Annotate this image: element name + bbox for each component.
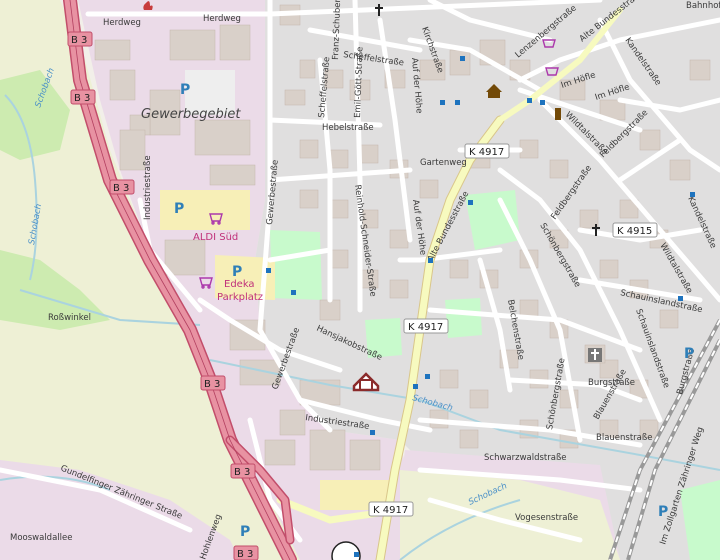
bus-stop-icon (266, 268, 271, 273)
street-label: Gartenweg (420, 158, 467, 168)
park-area (270, 230, 322, 300)
bus-stop-icon (413, 384, 418, 389)
bus-stop-icon (460, 56, 465, 61)
road-shield-b3: B 3 (233, 545, 259, 560)
bus-stop-icon (425, 374, 430, 379)
parking-icon: P (174, 201, 184, 217)
road-shield-b3: B 3 (230, 463, 256, 479)
street-label: Herdweg (203, 14, 241, 24)
monument-icon (555, 108, 561, 120)
street-label: Vogesenstraße (515, 513, 578, 523)
street-label: Roßwinkel (48, 313, 91, 323)
street-label: Mooswaldallee (10, 533, 72, 543)
road-shield-b3: B 3 (109, 179, 135, 195)
bus-stop-icon (370, 430, 375, 435)
svg-text:B 3: B 3 (204, 379, 220, 390)
parking-icon: P (658, 504, 668, 520)
svg-text:K 4917: K 4917 (408, 322, 443, 333)
bus-stop-icon (468, 200, 473, 205)
parking-icon: P (180, 82, 190, 98)
road-shield-k4917: K 4917 (368, 501, 414, 517)
svg-text:B 3: B 3 (237, 549, 253, 560)
street-label: Industriestraße (143, 155, 153, 220)
street-label: Blauenstraße (596, 433, 652, 443)
svg-text:B 3: B 3 (234, 467, 250, 478)
svg-text:K 4917: K 4917 (373, 505, 408, 516)
street-label: Herdweg (103, 18, 141, 28)
svg-text:K 4917: K 4917 (469, 147, 504, 158)
road-shield-k4917: K 4917 (403, 318, 449, 334)
street-label: Hebelstraße (322, 123, 374, 133)
road-shield-b3: B 3 (67, 31, 93, 47)
map-canvas[interactable]: Herdweg Herdweg Scheffelstraße Franz-Sch… (0, 0, 720, 560)
svg-text:B 3: B 3 (113, 183, 129, 194)
bus-stop-icon (527, 98, 532, 103)
map-svg: Herdweg Herdweg Scheffelstraße Franz-Sch… (0, 0, 720, 560)
svg-text:B 3: B 3 (74, 93, 90, 104)
bus-stop-icon (455, 100, 460, 105)
poi-label: ALDI Süd (193, 232, 238, 243)
poi-label: Parkplatz (217, 292, 263, 303)
park-area (445, 298, 482, 338)
svg-text:B 3: B 3 (71, 35, 87, 46)
bus-stop-icon (428, 258, 433, 263)
parking-icon: P (232, 264, 242, 280)
parking-icon: P (684, 346, 694, 362)
bus-stop-icon (354, 552, 359, 557)
church-icon (588, 348, 602, 362)
road-shield-k4917: K 4917 (464, 143, 510, 159)
road-shield-b3: B 3 (200, 375, 226, 391)
parking-icon: P (240, 524, 250, 540)
bus-stop-icon (440, 100, 445, 105)
district-label: Gewerbegebiet (141, 107, 241, 122)
bus-stop-icon (678, 296, 683, 301)
bus-stop-icon (540, 100, 545, 105)
poi-label: Edeka (224, 279, 255, 290)
bus-stop-icon (291, 290, 296, 295)
road-shield-k4915: K 4915 (612, 222, 658, 238)
svg-text:K 4915: K 4915 (617, 226, 652, 237)
road-shield-b3: B 3 (70, 89, 96, 105)
street-label: Schwarzwaldstraße (484, 453, 567, 463)
bus-stop-icon (690, 192, 695, 197)
street-label: Bahnhofstraße (686, 1, 720, 11)
